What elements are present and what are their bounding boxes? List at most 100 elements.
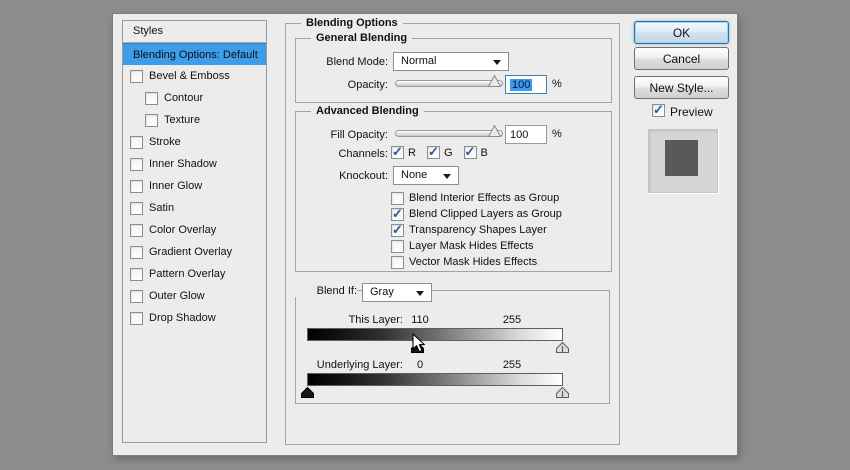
sidebar-item[interactable]: Drop Shadow (123, 307, 266, 329)
option-checkbox[interactable] (391, 239, 404, 253)
sidebar-item-label: Pattern Overlay (149, 268, 226, 280)
underlying-high-value: 255 (502, 359, 522, 371)
underlying-black-thumb[interactable] (300, 387, 314, 398)
underlying-low-value: 0 (416, 359, 424, 371)
advanced-option[interactable]: Blend Clipped Layers as Group (391, 206, 562, 222)
channel-label: B (480, 146, 488, 159)
knockout-dropdown[interactable]: None (393, 166, 459, 185)
this-layer-white-thumb[interactable] (555, 342, 569, 353)
underlying-layer-gradient[interactable] (307, 373, 563, 386)
style-checkbox[interactable] (145, 91, 158, 105)
option-label: Layer Mask Hides Effects (409, 240, 534, 252)
sidebar-item[interactable]: Gradient Overlay (123, 241, 266, 263)
style-checkbox[interactable] (130, 179, 143, 193)
advanced-option[interactable]: Transparency Shapes Layer (391, 222, 562, 238)
opacity-value: 100 (510, 78, 533, 91)
sidebar-item[interactable]: Bevel & Emboss (123, 65, 266, 87)
channel-label: R (408, 146, 416, 159)
ok-button[interactable]: OK (634, 21, 729, 44)
this-layer-bar[interactable] (307, 328, 569, 354)
channel-g[interactable]: G (426, 144, 453, 160)
channel-checkbox[interactable] (463, 144, 477, 160)
option-checkbox[interactable] (391, 255, 404, 269)
knockout-value: None (401, 169, 428, 181)
sidebar-item[interactable]: Contour (123, 87, 266, 109)
fill-opacity-slider[interactable] (395, 130, 503, 137)
opacity-slider[interactable] (395, 80, 503, 87)
knockout-label: Knockout: (339, 170, 388, 182)
this-layer-low-value: 110 (411, 314, 429, 326)
advanced-option[interactable]: Vector Mask Hides Effects (391, 254, 562, 270)
preview-swatch (665, 140, 698, 176)
styles-panel: Styles Blending Options: Default Bevel &… (122, 20, 267, 443)
underlying-white-thumb[interactable] (555, 387, 569, 398)
sidebar-item[interactable]: Outer Glow (123, 285, 266, 307)
channel-b[interactable]: B (463, 144, 488, 160)
fill-opacity-slider-thumb[interactable] (488, 125, 501, 137)
option-checkbox[interactable] (391, 191, 404, 205)
sidebar-item[interactable]: Stroke (123, 131, 266, 153)
opacity-slider-thumb[interactable] (488, 75, 501, 87)
sidebar-item[interactable]: Inner Shadow (123, 153, 266, 175)
styles-header: Styles (123, 21, 266, 43)
fill-opacity-value: 100 (510, 128, 529, 141)
blend-mode-value: Normal (401, 55, 437, 67)
opacity-unit: % (552, 78, 562, 90)
sidebar-item-label: Inner Shadow (149, 158, 217, 170)
sidebar-item-blending-options[interactable]: Blending Options: Default (123, 43, 266, 65)
style-checkbox[interactable] (130, 201, 143, 215)
sidebar-item[interactable]: Inner Glow (123, 175, 266, 197)
advanced-option[interactable]: Layer Mask Hides Effects (391, 238, 562, 254)
style-checkbox[interactable] (130, 223, 143, 237)
style-checkbox[interactable] (130, 311, 143, 325)
chevron-down-icon (493, 60, 501, 69)
underlying-layer-bar[interactable] (300, 373, 569, 399)
styles-list: Bevel & Emboss Contour Texture Stroke Inner … (123, 65, 266, 329)
sidebar-item[interactable]: Pattern Overlay (123, 263, 266, 285)
channel-r[interactable]: R (391, 144, 416, 160)
sidebar-item-label: Stroke (149, 136, 181, 148)
option-label: Blend Interior Effects as Group (409, 192, 560, 204)
cancel-button[interactable]: Cancel (634, 47, 729, 70)
sidebar-item[interactable]: Color Overlay (123, 219, 266, 241)
channel-checkbox[interactable] (391, 144, 404, 160)
opacity-input[interactable]: 100 (505, 75, 547, 94)
fill-opacity-input[interactable]: 100 (505, 125, 547, 144)
preview-checkbox[interactable] (652, 102, 665, 118)
this-layer-gradient[interactable] (307, 328, 563, 341)
this-layer-label: This Layer: (348, 314, 403, 326)
style-checkbox[interactable] (130, 135, 143, 149)
style-checkbox[interactable] (130, 245, 143, 259)
style-checkbox[interactable] (130, 289, 143, 303)
sidebar-item[interactable]: Texture (123, 109, 266, 131)
option-label: Transparency Shapes Layer (409, 224, 547, 236)
new-style-button[interactable]: New Style... (634, 76, 729, 99)
blend-if-label: Blend If: (295, 285, 357, 297)
sidebar-item[interactable]: Satin (123, 197, 266, 219)
blend-if-dropdown[interactable]: Gray (362, 283, 432, 302)
photoshop-canvas: { "colors": { "desktop_bg": "#8c8c8c", "… (0, 0, 850, 470)
blend-mode-label: Blend Mode: (326, 56, 388, 68)
option-checkbox[interactable] (391, 222, 404, 238)
style-checkbox[interactable] (130, 69, 143, 83)
option-checkbox[interactable] (391, 206, 404, 222)
style-checkbox[interactable] (130, 267, 143, 281)
blend-mode-dropdown[interactable]: Normal (393, 52, 509, 71)
channel-checkbox[interactable] (426, 144, 440, 160)
style-checkbox[interactable] (145, 113, 158, 127)
sidebar-item-label: Bevel & Emboss (149, 70, 230, 82)
channels-group: RG B (391, 144, 499, 160)
underlying-layer-label: Underlying Layer: (316, 359, 403, 371)
sidebar-item-label: Drop Shadow (149, 312, 216, 324)
style-checkbox[interactable] (130, 157, 143, 171)
preview-label: Preview (670, 105, 713, 119)
advanced-options-list: Blend Interior Effects as Group Blend Cli… (391, 190, 562, 270)
fill-opacity-unit: % (552, 128, 562, 140)
advanced-option[interactable]: Blend Interior Effects as Group (391, 190, 562, 206)
sidebar-item-label: Contour (164, 92, 204, 104)
chevron-down-icon (416, 291, 424, 300)
sidebar-item-label: Satin (149, 202, 175, 214)
fill-opacity-label: Fill Opacity: (330, 129, 388, 141)
layer-style-dialog: Styles Blending Options: Default Bevel &… (113, 14, 737, 455)
preview-swatch-frame (648, 129, 718, 193)
